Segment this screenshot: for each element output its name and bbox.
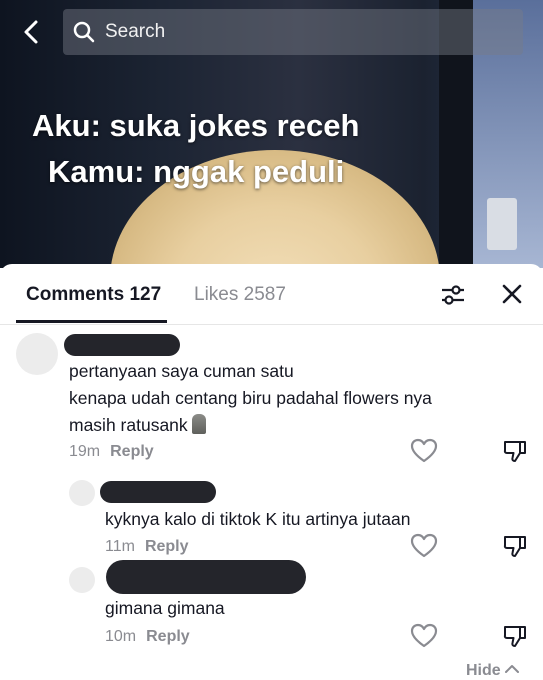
- reply-time: 10m: [105, 628, 137, 645]
- reply-time: 11m: [105, 538, 135, 555]
- reply-meta: 10m Reply: [105, 628, 190, 646]
- redacted-username[interactable]: [100, 481, 216, 503]
- chevron-up-icon: [505, 662, 520, 679]
- filter-sliders-icon[interactable]: [440, 282, 466, 308]
- video-caption-line-1: Aku: suka jokes receh: [32, 108, 360, 143]
- avatar[interactable]: [69, 480, 95, 506]
- comments-sheet: Comments 127 Likes 2587 pertanyaan saya …: [0, 264, 543, 680]
- comment-text-line: pertanyaan saya cuman satu: [69, 361, 294, 381]
- reply-meta: 11m Reply: [105, 538, 189, 556]
- avatar[interactable]: [69, 567, 95, 593]
- dislike-icon[interactable]: [502, 623, 528, 649]
- dislike-icon[interactable]: [502, 533, 528, 559]
- heart-icon[interactable]: [410, 623, 438, 649]
- back-arrow-icon[interactable]: [18, 18, 46, 46]
- search-icon: [73, 21, 95, 43]
- reply-text: kyknya kalo di tiktok K itu artinya juta…: [105, 509, 411, 529]
- light-switch: [487, 198, 517, 250]
- video-caption-line-2: Kamu: nggak peduli: [48, 154, 345, 189]
- comment-text-fragment: masih ratusank: [69, 415, 188, 435]
- redacted-username[interactable]: [64, 334, 180, 356]
- hide-label: Hide: [466, 662, 501, 679]
- comment-text-line: masih ratusank: [69, 412, 206, 438]
- comment-time: 19m: [69, 443, 101, 460]
- reply-button[interactable]: Reply: [110, 443, 154, 460]
- comment-text-line: kenapa udah centang biru padahal flowers…: [69, 388, 432, 408]
- search-placeholder: Search: [105, 21, 166, 42]
- active-tab-indicator: [16, 320, 167, 323]
- reply-button[interactable]: Reply: [146, 628, 190, 645]
- reply-text: gimana gimana: [105, 598, 225, 618]
- heart-icon[interactable]: [410, 438, 438, 464]
- tab-likes[interactable]: Likes 2587: [194, 284, 286, 306]
- search-bar[interactable]: Search: [63, 9, 523, 55]
- moai-icon: [191, 414, 206, 434]
- reply-button[interactable]: Reply: [145, 538, 189, 555]
- hide-replies-button[interactable]: Hide: [466, 662, 520, 680]
- close-icon[interactable]: [500, 282, 524, 306]
- dislike-icon[interactable]: [502, 438, 528, 464]
- comment-meta: 19m Reply: [69, 443, 154, 461]
- comments-tabs: Comments 127 Likes 2587: [0, 264, 543, 325]
- tab-comments[interactable]: Comments 127: [26, 284, 161, 306]
- heart-icon[interactable]: [410, 533, 438, 559]
- avatar[interactable]: [16, 333, 58, 375]
- redacted-username[interactable]: [106, 560, 306, 594]
